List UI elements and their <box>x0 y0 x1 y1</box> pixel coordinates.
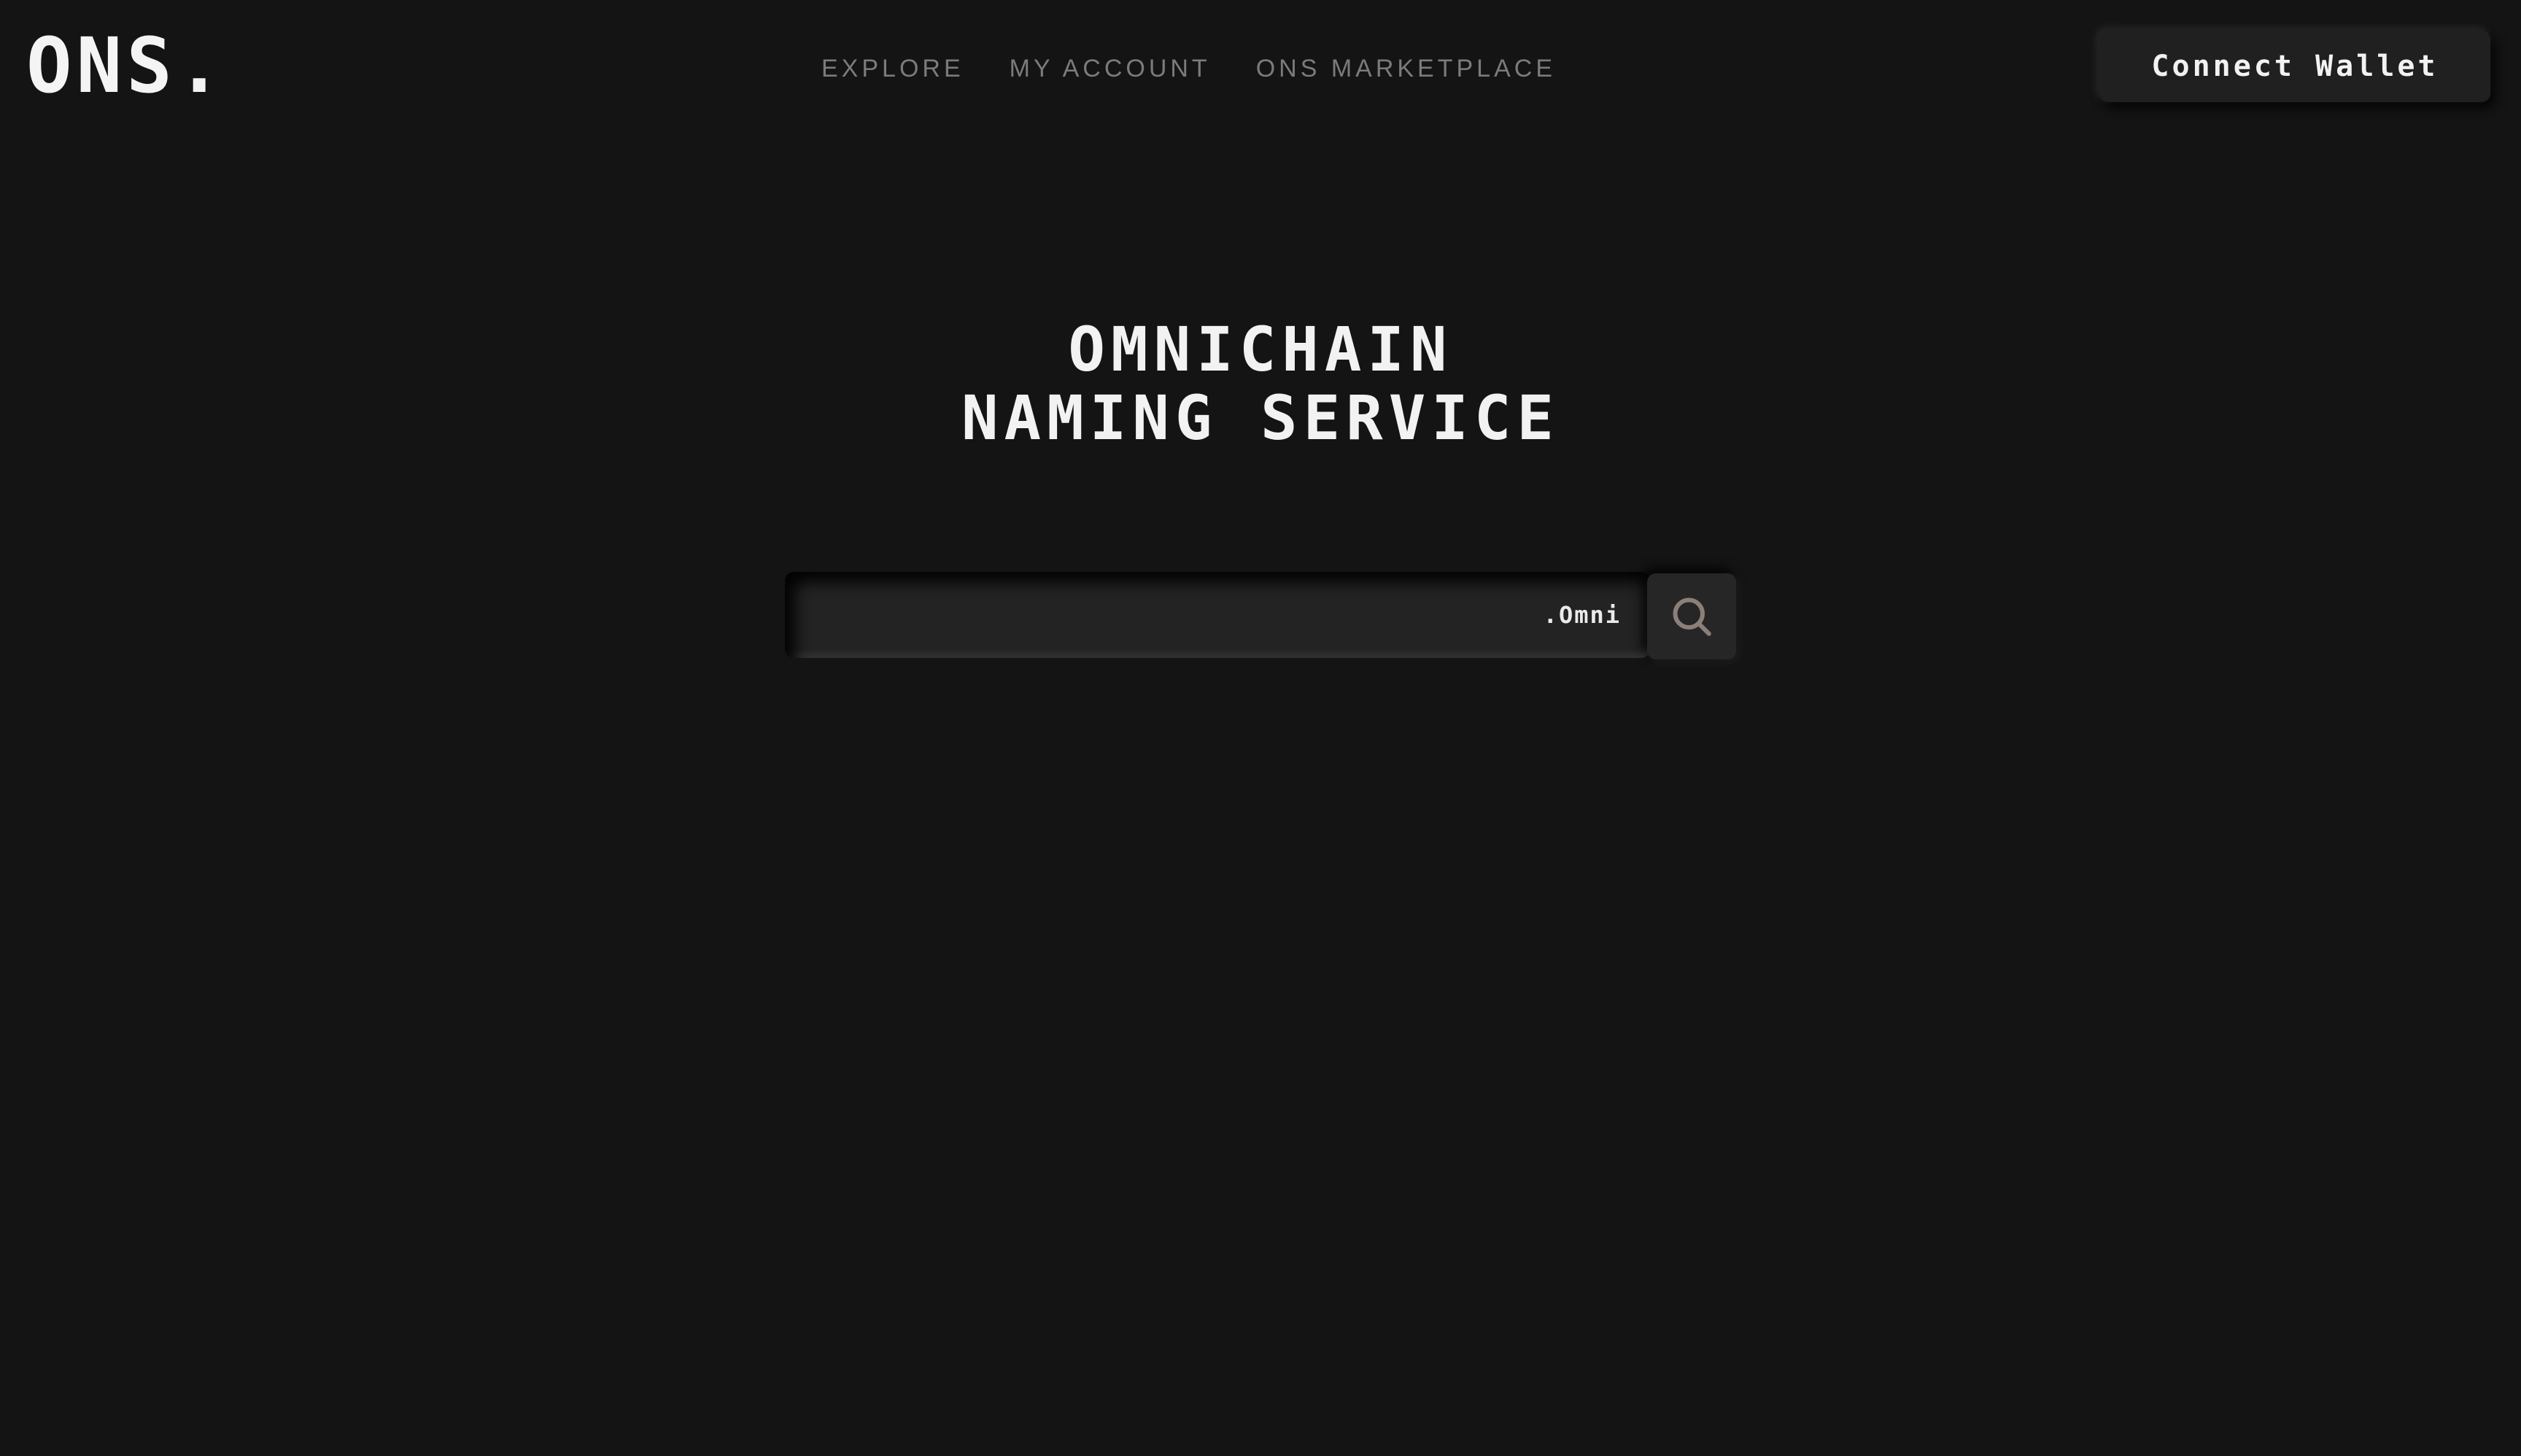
page-title: OMNICHAIN NAMING SERVICE <box>0 315 2521 452</box>
search-box: .Omni <box>785 571 1650 659</box>
nav-link-ons-marketplace[interactable]: ONS MARKETPLACE <box>1256 55 1556 83</box>
logo[interactable]: ONS. <box>26 28 226 104</box>
nav-link-my-account[interactable]: MY ACCOUNT <box>1010 55 1211 83</box>
search-button[interactable] <box>1647 573 1736 659</box>
connect-wallet-button[interactable]: Connect Wallet <box>2099 31 2490 102</box>
domain-suffix: .Omni <box>1543 601 1621 629</box>
nav-link-explore[interactable]: EXPLORE <box>821 55 964 83</box>
search-input[interactable] <box>814 571 1544 659</box>
search-icon <box>1673 597 1711 636</box>
main-nav: EXPLORE MY ACCOUNT ONS MARKETPLACE <box>821 51 1556 86</box>
page-title-line-1: OMNICHAIN <box>1068 314 1453 385</box>
page-title-line-2: NAMING SERVICE <box>961 382 1560 454</box>
